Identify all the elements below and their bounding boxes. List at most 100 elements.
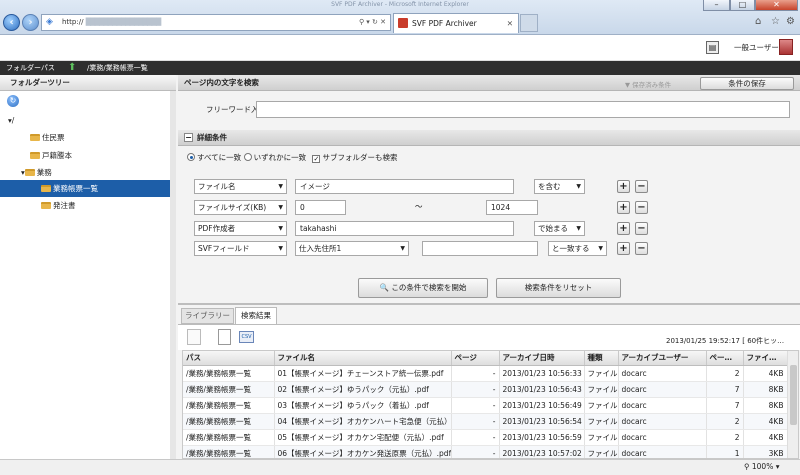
tab-library[interactable]: ライブラリー (181, 308, 234, 324)
reset-conditions-button[interactable]: 検索条件をリセット (496, 278, 621, 298)
tree-root[interactable]: ▾/ (8, 112, 14, 129)
document-icon[interactable] (218, 329, 231, 345)
remove-condition-button[interactable]: − (635, 222, 648, 235)
column-header[interactable]: ファイル名 (274, 351, 452, 366)
tree-item-label: 業務帳票一覧 (53, 184, 98, 193)
table-cell: docarc (618, 381, 707, 398)
remove-condition-button[interactable]: − (635, 242, 648, 255)
save-conditions-button[interactable]: 条件の保存 (700, 77, 794, 90)
size-from-input[interactable]: 0 (295, 200, 346, 215)
condition-op-select[interactable]: で始まる ▼ (534, 221, 585, 236)
tree-scrollbar[interactable] (170, 91, 176, 459)
tree-item-chohyo-ichiran[interactable]: 業務帳票一覧 (41, 180, 98, 197)
freeword-input[interactable] (256, 101, 790, 118)
column-header[interactable]: ファイ… (743, 351, 788, 366)
forward-icon[interactable]: › (22, 14, 39, 31)
svf-value-input[interactable] (422, 241, 538, 256)
field-value: ファイル名 (198, 182, 236, 191)
new-tab-button[interactable] (520, 14, 538, 32)
start-search-button[interactable]: 🔍 この条件で検索を開始 (358, 278, 488, 298)
user-name: 一般ユーザー (734, 43, 779, 52)
table-scrollbar[interactable] (787, 351, 798, 458)
remove-condition-button[interactable]: − (635, 201, 648, 214)
app-header: ▤ 一般ユーザー (0, 35, 800, 61)
condition-op-select[interactable]: と一致する ▼ (548, 241, 607, 256)
table-cell: ファイル (584, 381, 619, 398)
table-row[interactable]: /業務/業務帳票一覧 05【帳票イメージ】オカケン宅配便（元払）.pdf -2013… (183, 429, 788, 446)
table-cell: 1 (706, 445, 744, 458)
zoom-icon: ⚲ (744, 462, 752, 471)
table-cell: 04【帳票イメージ】オカケンハート宅急便（元払）.pdf (274, 413, 452, 430)
condition-field-select[interactable]: SVFフィールド ▼ (194, 241, 287, 256)
add-condition-button[interactable]: + (617, 180, 630, 193)
back-icon[interactable]: ‹ (3, 14, 20, 31)
table-row[interactable]: /業務/業務帳票一覧 06【帳票イメージ】オカケン発送原票（元払）.pdf -201… (183, 445, 788, 458)
favorites-icon[interactable]: ☆ (771, 16, 780, 27)
folder-path-label: フォルダーパス (6, 64, 55, 72)
subfolder-checkbox[interactable]: ✓ サブフォルダーも検索 (312, 153, 397, 163)
collapse-icon[interactable]: − (184, 133, 193, 142)
splitter[interactable] (178, 303, 800, 305)
address-bar[interactable]: ◈ http:// █████████████████ ⚲ ▾ ↻ ✕ (41, 14, 391, 31)
table-row[interactable]: /業務/業務帳票一覧 01【帳票イメージ】チェーンストア統一伝票.pdf -2013… (183, 365, 788, 382)
tree-item-gyomu[interactable]: ▾ 業務 (21, 164, 52, 181)
remove-condition-button[interactable]: − (635, 180, 648, 193)
table-row[interactable]: /業務/業務帳票一覧 03【帳票イメージ】ゆうパック（着払）.pdf -2013/0… (183, 397, 788, 414)
minimize-button[interactable]: – (703, 0, 730, 11)
radio-all[interactable]: すべてに一致 (187, 153, 241, 162)
table-scroll-thumb[interactable] (790, 365, 797, 425)
add-condition-button[interactable]: + (617, 242, 630, 255)
column-header[interactable]: ペー… (706, 351, 744, 366)
condition-field-select[interactable]: PDF作成者 ▼ (194, 221, 287, 236)
column-header[interactable]: アーカイブユーザー (618, 351, 707, 366)
csv-export-icon[interactable]: CSV (239, 331, 254, 343)
table-cell: 7 (706, 381, 744, 398)
tree-item-koseki[interactable]: 戸籍謄本 (30, 147, 72, 164)
table-row[interactable]: /業務/業務帳票一覧 04【帳票イメージ】オカケンハート宅急便（元払）.pdf -2… (183, 413, 788, 430)
zoom-level[interactable]: ⚲ 100% ▾ (744, 462, 780, 471)
search-refresh-icon[interactable]: ⚲ ▾ ↻ ✕ (359, 15, 386, 30)
svf-field-select[interactable]: 仕入先住所1 ▼ (295, 241, 409, 256)
match-options: すべてに一致 いずれかに一致 ✓ サブフォルダーも検索 (187, 152, 397, 163)
table-cell: 2013/01/23 10:56:54 (499, 413, 585, 430)
dropdown-arrow-icon: ▼ (576, 183, 581, 190)
table-cell: ファイル (584, 413, 619, 430)
tab-title: SVF PDF Archiver (412, 19, 477, 28)
maximize-button[interactable]: □ (730, 0, 755, 11)
column-header[interactable]: アーカイブ日時 (499, 351, 585, 366)
radio-any[interactable]: いずれかに一致 (243, 153, 306, 162)
tree-root-label: / (11, 116, 15, 125)
tree-item-hacchusho[interactable]: 発注書 (41, 197, 76, 214)
tree-item-juminhyo[interactable]: 住民票 (30, 129, 65, 146)
home-icon[interactable]: ⌂ (755, 16, 761, 27)
table-cell: 7 (706, 397, 744, 414)
table-row[interactable]: /業務/業務帳票一覧 02【帳票イメージ】ゆうパック（元払）.pdf -2013/0… (183, 381, 788, 398)
add-condition-button[interactable]: + (617, 201, 630, 214)
add-condition-button[interactable]: + (617, 222, 630, 235)
tab-close-icon[interactable]: ✕ (507, 14, 513, 33)
table-cell: 4KB (743, 413, 788, 430)
table-header-row: パス ファイル名 ページ アーカイブ日時 種類 アーカイブユーザー ペー… ファイ… (183, 351, 788, 366)
logout-icon[interactable] (779, 39, 793, 55)
tab-search-results[interactable]: 検索結果 (235, 307, 277, 324)
new-document-icon[interactable] (187, 329, 201, 345)
settings-icon[interactable]: ⚙ (786, 16, 795, 27)
column-header[interactable]: パス (183, 351, 275, 366)
condition-field-select[interactable]: ファイルサイズ(KB) ▼ (194, 200, 287, 215)
condition-value-input[interactable]: takahashi (295, 221, 514, 236)
load-saved-conditions[interactable]: ▼ 保存済み条件 (625, 79, 671, 89)
condition-field-select[interactable]: ファイル名 ▼ (194, 179, 287, 194)
table-cell: docarc (618, 429, 707, 446)
up-folder-icon[interactable]: ⬆ (68, 62, 76, 74)
detail-section-title: 詳細条件 (197, 133, 227, 142)
condition-value-input[interactable]: イメージ (295, 179, 514, 194)
refresh-icon[interactable]: ↻ (7, 95, 19, 107)
condition-op-select[interactable]: を含む ▼ (534, 179, 585, 194)
column-header[interactable]: 種類 (584, 351, 619, 366)
close-window-button[interactable]: ✕ (755, 0, 798, 11)
table-cell: docarc (618, 413, 707, 430)
column-header[interactable]: ページ (451, 351, 500, 366)
size-to-input[interactable]: 1024 (486, 200, 538, 215)
status-bar: ⚲ 100% ▾ (0, 459, 800, 475)
browser-tab[interactable]: SVF PDF Archiver ✕ (393, 13, 519, 33)
